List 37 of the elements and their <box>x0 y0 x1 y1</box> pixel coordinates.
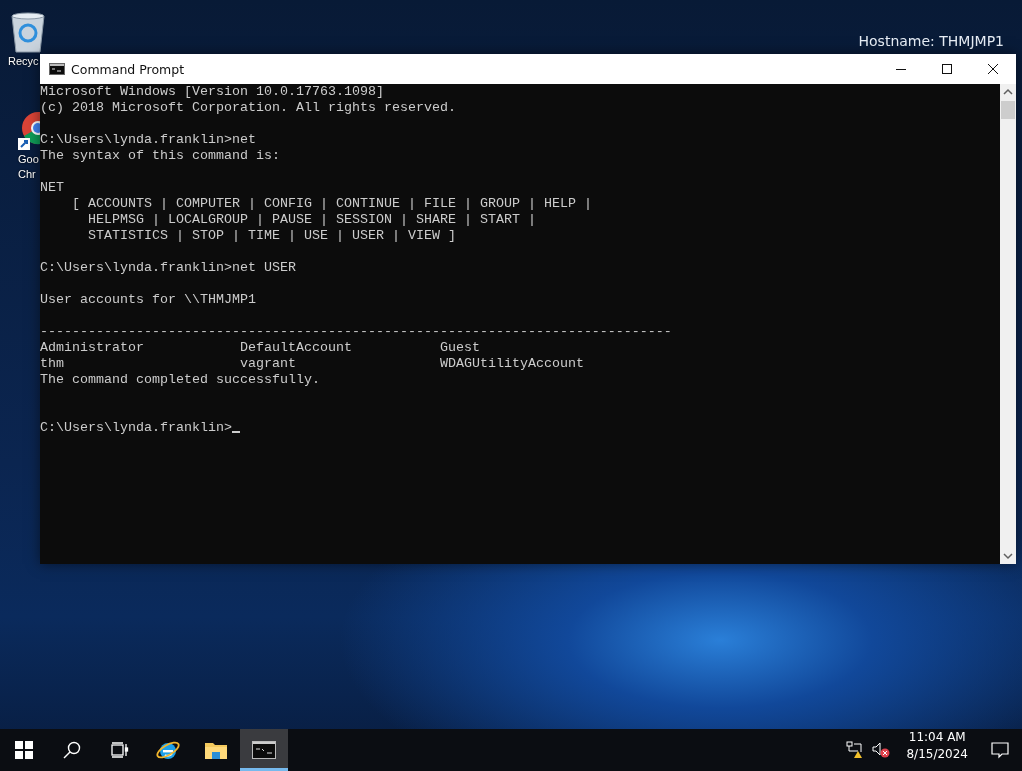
clock-date[interactable]: 8/15/2024 <box>906 746 968 763</box>
console-line: Administrator DefaultAccount Guest <box>40 340 480 355</box>
console-line: (c) 2018 Microsoft Corporation. All rights reserved. <box>40 100 456 115</box>
console-line: C:\Users\lynda.franklin>net USER <box>40 260 296 275</box>
hostname-label: Hostname: THMJMP1 <box>858 33 1004 49</box>
console-line: The syntax of this command is: <box>40 148 280 163</box>
close-icon <box>987 63 999 75</box>
task-view-icon <box>111 742 129 758</box>
maximize-icon <box>941 63 953 75</box>
recycle-bin-icon[interactable] <box>8 10 48 54</box>
notification-icon <box>991 741 1009 759</box>
console-line: STATISTICS | STOP | TIME | USE | USER | VIEW ] <box>87 228 456 243</box>
scrollbar-thumb[interactable] <box>1001 101 1015 119</box>
network-warning-icon[interactable] <box>846 741 865 759</box>
icon-label: Goo <box>18 152 39 167</box>
command-prompt-icon <box>252 741 276 759</box>
console-line: Microsoft Windows [Version 10.0.17763.1098] <box>40 84 384 99</box>
console-line: HELPMSG | LOCALGROUP | PAUSE | SESSION | SHARE | START | <box>87 212 536 227</box>
console-line: User accounts for \\THMJMP1 <box>40 292 256 307</box>
window-title: Command Prompt <box>71 61 186 77</box>
scrollbar[interactable] <box>1000 84 1016 564</box>
speaker-muted-icon[interactable] <box>872 742 891 758</box>
console-line: C:\Users\lynda.franklin>net <box>40 132 256 147</box>
icon-label: Recyc <box>8 54 39 69</box>
console-line: thm vagrant WDAGUtilityAccount <box>40 356 584 371</box>
console-line: C:\Users\lynda.franklin> <box>40 420 232 435</box>
console-line: The command completed successfully. <box>40 372 320 387</box>
command-prompt-icon <box>49 63 65 75</box>
icon-label: Chr <box>18 167 36 182</box>
console-line: ------------------------------------------------------------------------------- <box>40 324 672 339</box>
windows-start-icon <box>15 741 33 759</box>
search-icon <box>63 741 81 759</box>
taskbar-button[interactable] <box>240 729 288 771</box>
folder-icon <box>205 741 227 759</box>
clock-time[interactable]: 11:04 AM <box>908 729 966 746</box>
console-line: NET <box>40 180 64 195</box>
console-line: [ ACCOUNTS | COMPUTER | CONFIG | CONTINUE | FILE | GROUP | HELP | <box>71 196 592 211</box>
